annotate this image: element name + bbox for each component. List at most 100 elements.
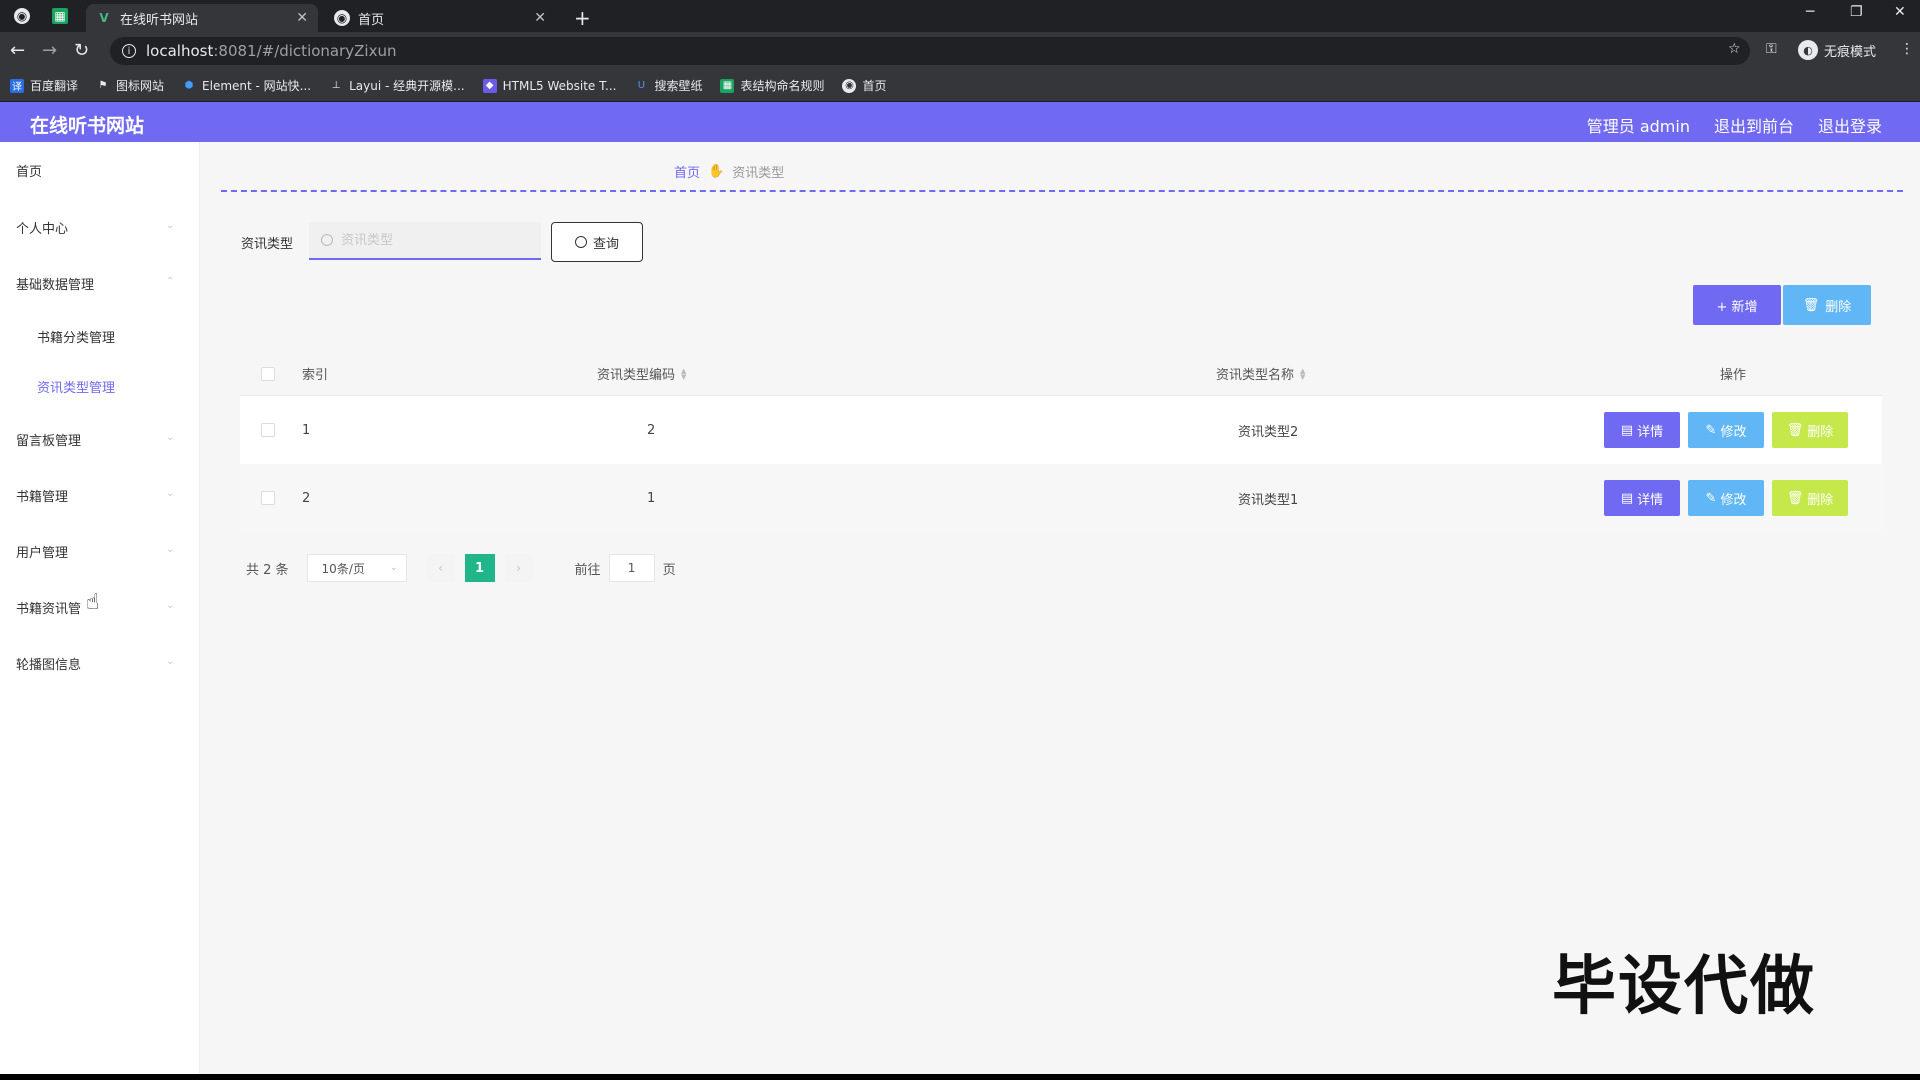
page-number-button[interactable]: 1 [464,554,495,582]
row-checkbox[interactable] [261,491,275,505]
batch-delete-button[interactable]: 🗑 删除 [1783,285,1871,325]
browser-menu-icon[interactable]: ◉ [14,8,30,24]
sheet-icon: ▦ [720,78,735,93]
address-bar-row: ← → ↻ i localhost:8081/#/dictionaryZixun… [0,32,1920,70]
back-icon[interactable]: ← [10,40,25,61]
layui-icon: ⊥ [331,80,341,91]
tab-home[interactable]: ◉ 首页 ✕ [324,4,556,32]
sidebar-subitem-news-type[interactable]: 资讯类型管理 [37,377,115,396]
delete-button[interactable]: 🗑 删除 [1772,412,1848,448]
shield-icon: ◆ [482,78,497,93]
chevron-down-icon: ⌄ [166,600,175,611]
header-index: 索引 [302,368,329,383]
next-page-button[interactable]: › [504,554,533,582]
incognito-indicator[interactable]: ◐ 无痕模式 [1798,40,1876,60]
url-field[interactable]: i localhost:8081/#/dictionaryZixun [110,37,1750,65]
bookmark-home[interactable]: ◉ 首页 [842,77,887,94]
row-checkbox[interactable] [261,423,275,437]
page-size-select[interactable]: 10条/页 ⌄ [306,554,407,582]
chevron-up-icon: ⌃ [166,276,175,287]
tab-online-audiobook[interactable]: V 在线听书网站 ✕ [86,4,318,32]
close-icon[interactable]: ✕ [534,10,546,26]
info-icon[interactable]: i [122,44,136,58]
bookmark-icon-site[interactable]: ⚑ 图标网站 [96,77,165,94]
pencil-icon: ✎ [1705,422,1717,438]
header-ops: 操作 [1720,368,1747,383]
translate-icon: 译 [10,78,24,93]
sidebar-item-carousel[interactable]: 轮播图信息 [16,654,81,673]
document-icon: ▤ [1620,490,1634,506]
sidebar-subitem-book-category[interactable]: 书籍分类管理 [37,327,115,346]
close-window-icon[interactable]: ✕ [1894,4,1906,20]
breadcrumb-divider [221,190,1903,192]
trash-icon: 🗑 [1802,297,1820,313]
flag-icon: ⚑ [98,80,108,91]
search-input-wrapper[interactable] [309,222,541,260]
bookmark-naming-rules[interactable]: ▦ 表结构命名规则 [720,77,824,94]
prev-page-button[interactable]: ‹ [426,554,455,582]
more-menu-icon[interactable]: ⋮ [1900,41,1914,57]
sheet-tab-icon[interactable]: ▦ [52,8,68,24]
sidebar-item-book-news[interactable]: 书籍资讯管 [16,598,81,617]
close-icon[interactable]: ✕ [296,10,308,26]
sidebar-item-message-board[interactable]: 留言板管理 [16,430,81,449]
detail-button[interactable]: ▤ 详情 [1604,480,1680,516]
sidebar-item-home[interactable]: 首页 [16,161,42,180]
sidebar: 首页 个人中心 ⌄ 基础数据管理 ⌃ 书籍分类管理 资讯类型管理 留言板管理 ⌄… [0,142,200,1080]
forward-icon[interactable]: → [42,40,57,61]
breadcrumb-home[interactable]: 首页 [674,162,700,181]
header-name[interactable]: 资讯类型名称 ▲ ▼ [1216,352,1305,395]
select-all-checkbox[interactable] [261,366,275,381]
restore-icon[interactable]: ❐ [1850,4,1863,20]
pagination: 共 2 条 10条/页 ⌄ ‹ 1 › 前往 1 页 [246,554,676,582]
key-icon[interactable]: ⚿ [1766,41,1777,57]
bookmark-wallpaper[interactable]: U 搜索壁纸 [634,77,703,94]
search-icon [574,236,587,248]
table-row: 1 2 资讯类型2 ▤ 详情 ✎ 修改 🗑 删除 [240,396,1882,464]
search-input[interactable] [341,232,521,248]
header-code[interactable]: 资讯类型编码 ▲ ▼ [597,352,686,395]
bookmark-baidu-translate[interactable]: 译百度翻译 [10,77,78,94]
table-row: 2 1 资讯类型1 ▤ 详情 ✎ 修改 🗑 删除 [240,464,1882,532]
new-tab-button[interactable]: + [574,6,591,30]
row-name: 资讯类型2 [1238,424,1299,440]
row-index: 2 [302,490,311,506]
delete-button[interactable]: 🗑 删除 [1772,480,1848,516]
document-icon: ▤ [1620,422,1634,438]
minimize-icon[interactable]: ─ [1806,4,1814,20]
sidebar-item-users[interactable]: 用户管理 [16,542,68,561]
chevron-down-icon: ⌄ [390,563,398,573]
bookmark-element[interactable]: ⬢ Element - 网站快... [182,77,311,94]
search-icon [321,234,333,246]
row-code: 1 [647,490,656,506]
chevron-down-icon: ⌄ [166,432,175,443]
exit-to-front-link[interactable]: 退出到前台 [1714,113,1794,137]
trash-icon: 🗑 [1786,422,1804,438]
bookmark-html5[interactable]: ◆ HTML5 Website T... [482,78,616,93]
sidebar-item-basic-data[interactable]: 基础数据管理 [16,274,94,293]
incognito-icon: ◐ [1798,40,1818,60]
add-button[interactable]: + 新增 [1693,285,1781,325]
watermark-text: 毕设代做 [1552,950,1816,1024]
detail-button[interactable]: ▤ 详情 [1604,412,1680,448]
logout-link[interactable]: 退出登录 [1818,113,1882,137]
breadcrumb-current: 资讯类型 [732,166,785,181]
chevron-down-icon: ⌄ [166,544,175,555]
edit-button[interactable]: ✎ 修改 [1688,412,1764,448]
bookmarks-bar: 译百度翻译 ⚑ 图标网站 ⬢ Element - 网站快... ⊥ Layui - 经… [0,70,1920,102]
reload-icon[interactable]: ↻ [74,40,89,61]
sort-icon[interactable]: ▲ ▼ [681,367,686,380]
query-button[interactable]: 查询 [551,222,643,262]
table-header: 索引 资讯类型编码 ▲ ▼ 资讯类型名称 ▲ ▼ 操作 [240,352,1882,396]
sort-icon[interactable]: ▲ ▼ [1300,367,1305,380]
edit-button[interactable]: ✎ 修改 [1688,480,1764,516]
star-icon[interactable]: ☆ [1728,41,1741,57]
chevron-down-icon: ⌄ [166,220,175,231]
goto-page-input[interactable]: 1 [608,554,655,582]
admin-user-label: 管理员 admin [1586,117,1690,136]
sidebar-item-profile[interactable]: 个人中心 [16,218,68,237]
bottom-edge [0,1074,1920,1080]
bookmark-layui[interactable]: ⊥ Layui - 经典开源模... [329,77,465,94]
goto-suffix: 页 [662,562,676,578]
sidebar-item-books[interactable]: 书籍管理 [16,486,68,505]
